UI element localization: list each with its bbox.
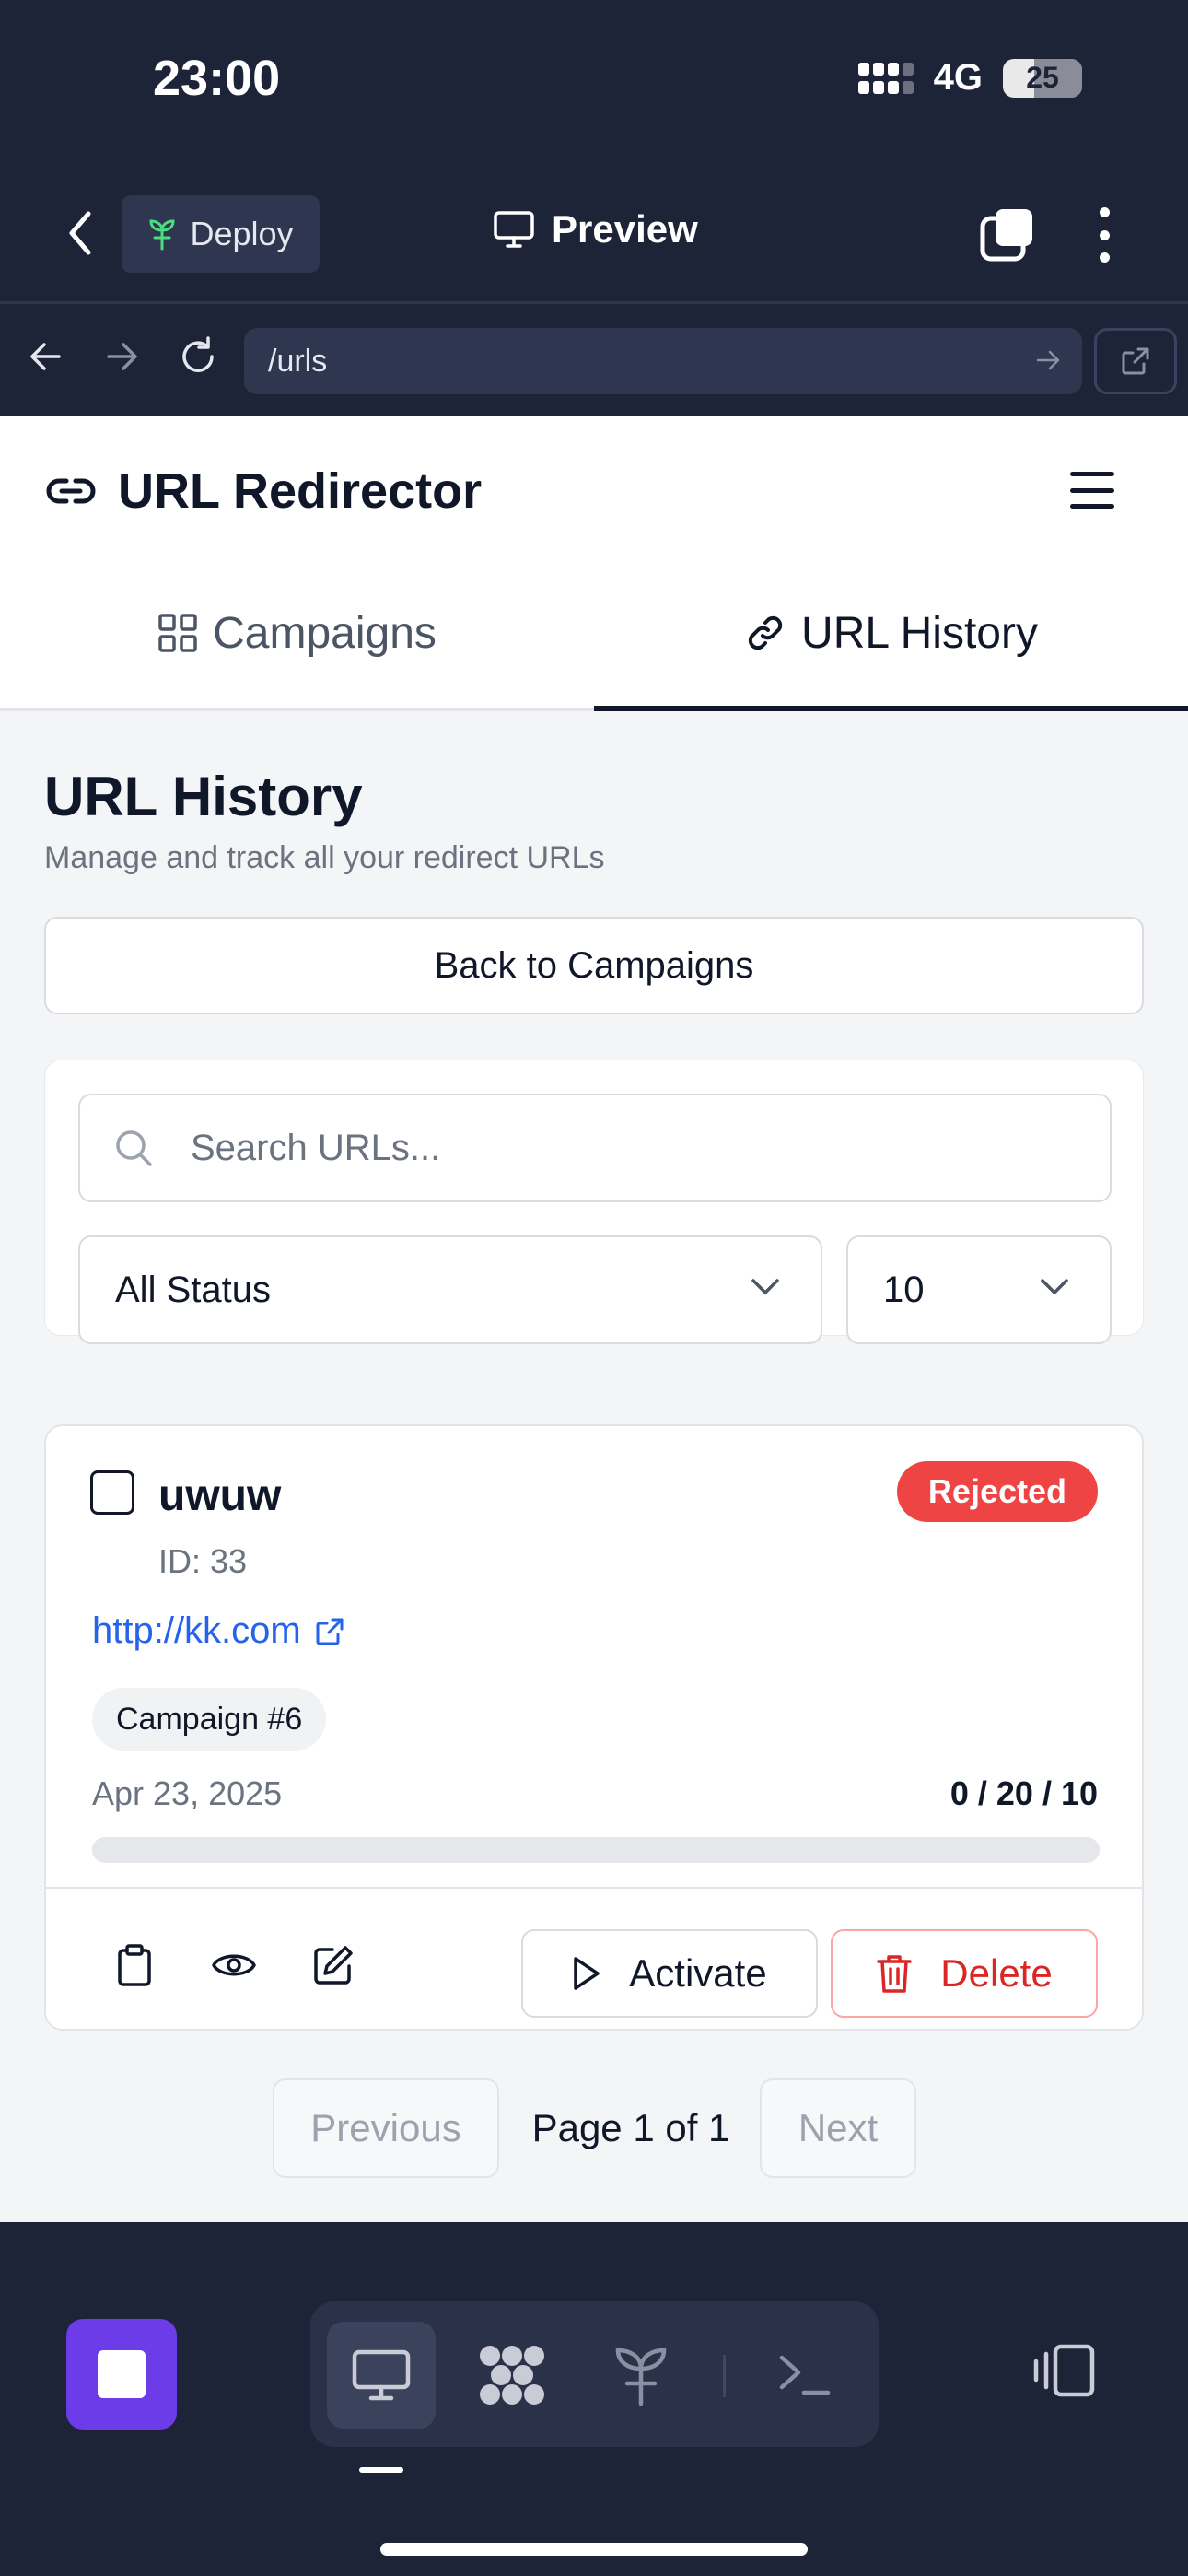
web-content: URL Redirector Campaigns URL History URL… [0, 416, 1188, 2222]
url-stats: 0 / 20 / 10 [949, 1774, 1098, 1812]
card-divider [46, 1887, 1142, 1889]
grid-icon [158, 614, 197, 652]
clipboard-icon [118, 1944, 151, 1986]
tab-campaigns[interactable]: Campaigns [0, 555, 594, 711]
status-filter-value: All Status [115, 1269, 271, 1310]
battery-icon: 25 [1003, 58, 1082, 98]
sprout-icon [149, 219, 175, 251]
view-switcher [310, 2301, 879, 2447]
play-icon [574, 1957, 600, 1990]
usage-progress-bar [92, 1837, 1100, 1863]
app-title: URL Redirector [118, 463, 483, 519]
campaign-tag: Campaign #6 [92, 1688, 327, 1751]
select-url-checkbox[interactable] [90, 1470, 134, 1515]
delete-button[interactable]: Delete [831, 1929, 1098, 2018]
previous-page-button[interactable]: Previous [273, 2078, 499, 2178]
external-link-icon [1122, 347, 1149, 375]
trash-icon [877, 1955, 913, 1993]
search-input[interactable] [191, 1127, 1019, 1169]
search-box[interactable] [78, 1094, 1112, 1202]
delete-label: Delete [940, 1951, 1053, 1995]
activate-label: Activate [629, 1951, 767, 1995]
monitor-icon [494, 211, 534, 248]
switcher-separator [723, 2355, 726, 2397]
open-external-button[interactable] [1094, 328, 1177, 394]
preview-label: Preview [552, 207, 698, 251]
chevron-down-icon [1041, 1279, 1068, 1294]
link-icon [748, 615, 783, 650]
top-nav: Deploy Preview [0, 161, 1188, 304]
network-type: 4G [933, 57, 983, 98]
next-page-button[interactable]: Next [760, 2078, 916, 2178]
page-title: URL History [44, 766, 363, 827]
status-badge: Rejected [896, 1461, 1098, 1522]
bottom-dock [0, 2262, 1188, 2576]
edit-button[interactable] [306, 1938, 361, 1993]
clock: 23:00 [153, 51, 281, 106]
browser-forward-icon[interactable] [103, 337, 142, 381]
back-to-campaigns-button[interactable]: Back to Campaigns [44, 917, 1144, 1014]
url-date: Apr 23, 2025 [92, 1774, 283, 1812]
tab-url-history[interactable]: URL History [594, 555, 1188, 711]
filter-card: All Status 10 [44, 1060, 1144, 1344]
terminal-icon [779, 2355, 831, 2395]
tab-campaigns-label: Campaigns [213, 608, 437, 658]
status-indicators: 4G 25 [857, 57, 1082, 99]
url-link[interactable]: http://kk.com [92, 1610, 345, 1652]
deploy-view-button[interactable] [587, 2322, 695, 2429]
more-menu-icon[interactable] [1090, 207, 1118, 263]
status-bar: 23:00 4G 25 [0, 0, 1188, 161]
blocks-icon [480, 2346, 544, 2405]
home-indicator[interactable] [380, 2543, 808, 2556]
url-name: uwuw [158, 1471, 282, 1520]
stop-icon [98, 2350, 146, 2398]
stop-button[interactable] [66, 2319, 177, 2430]
chevron-left-icon [69, 211, 91, 255]
tab-url-history-label: URL History [801, 608, 1038, 658]
page-size-value: 10 [883, 1269, 925, 1310]
page-indicator: Page 1 of 1 [531, 2106, 730, 2149]
url-link-text: http://kk.com [92, 1610, 301, 1651]
activate-button[interactable]: Activate [521, 1929, 818, 2018]
page-subtitle: Manage and track all your redirect URLs [44, 840, 605, 875]
signal-icon [857, 62, 914, 94]
preview-tab[interactable]: Preview [493, 207, 698, 252]
tabs-switcher-icon[interactable] [979, 205, 1036, 263]
back-button[interactable] [57, 205, 103, 261]
active-view-indicator [359, 2467, 403, 2473]
view-button[interactable] [206, 1938, 262, 1993]
url-id: ID: 33 [158, 1542, 248, 1580]
deploy-button[interactable]: Deploy [122, 195, 320, 273]
browser-back-icon[interactable] [26, 337, 64, 381]
app-header: URL Redirector Campaigns URL History [0, 416, 1188, 711]
terminal-view-button[interactable] [751, 2322, 859, 2429]
browser-bar: /urls [0, 304, 1188, 416]
edit-icon [314, 1946, 353, 1985]
battery-level: 25 [1026, 61, 1059, 94]
link-icon [46, 478, 96, 504]
monitor-icon [352, 2349, 411, 2401]
copy-button[interactable] [107, 1938, 162, 1993]
brand[interactable]: URL Redirector [44, 463, 482, 520]
preview-view-button[interactable] [327, 2322, 436, 2429]
reload-icon[interactable] [177, 335, 219, 382]
chevron-down-icon [751, 1279, 779, 1294]
status-filter-select[interactable]: All Status [78, 1235, 822, 1344]
panel-toggle-icon[interactable] [1031, 2343, 1096, 2403]
url-card: uwuw Rejected ID: 33 http://kk.com Campa… [44, 1424, 1144, 2031]
page-size-select[interactable]: 10 [846, 1235, 1112, 1344]
address-bar[interactable]: /urls [244, 328, 1082, 394]
go-arrow-icon [1036, 350, 1060, 370]
external-link-icon [316, 1618, 344, 1645]
sprout-icon [615, 2348, 667, 2406]
active-tab-indicator [594, 706, 1188, 711]
workflow-view-button[interactable] [458, 2322, 566, 2429]
hamburger-menu-icon[interactable] [1070, 472, 1114, 509]
search-icon [116, 1130, 152, 1166]
address-text: /urls [268, 343, 328, 379]
deploy-label: Deploy [190, 215, 294, 252]
eye-icon [212, 1954, 256, 1976]
